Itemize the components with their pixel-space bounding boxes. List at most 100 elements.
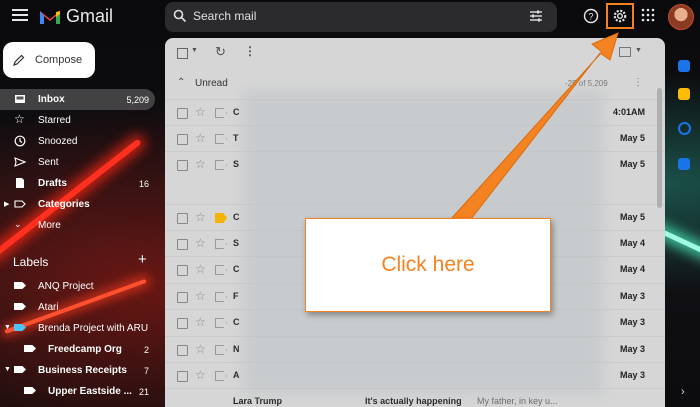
important-icon[interactable] — [215, 292, 227, 302]
sidebar-item-snoozed[interactable]: Snoozed — [0, 131, 155, 152]
row-checkbox[interactable] — [177, 265, 188, 276]
star-icon[interactable]: ☆ — [195, 262, 206, 276]
row-checkbox[interactable] — [177, 345, 188, 356]
star-icon[interactable]: ☆ — [195, 210, 206, 224]
instruction-callout: Click here — [305, 218, 551, 312]
compose-button[interactable]: Compose — [3, 42, 95, 78]
tasks-icon[interactable] — [678, 122, 691, 135]
important-icon[interactable] — [215, 134, 227, 144]
help-icon[interactable]: ? — [583, 8, 599, 24]
row-sender: N — [233, 344, 240, 354]
keep-icon[interactable] — [678, 88, 690, 100]
calendar-icon[interactable] — [678, 60, 690, 72]
star-icon[interactable]: ☆ — [195, 368, 206, 382]
row-date: May 4 — [619, 238, 645, 248]
account-avatar[interactable] — [668, 4, 694, 30]
split-pane-dropdown-icon[interactable]: ▼ — [635, 47, 642, 54]
callout-text: Click here — [381, 253, 475, 276]
sidebar-label-upper-eastside[interactable]: Upper Eastside ... 21 — [0, 381, 155, 402]
split-pane-icon[interactable] — [619, 47, 631, 57]
section-more-icon[interactable]: ⋮ — [633, 77, 643, 88]
sidebar-item-label: Freedcamp Org — [48, 344, 122, 355]
sidebar-label-business-receipts[interactable]: ▼ Business Receipts 7 — [0, 360, 155, 381]
row-sender: F — [233, 291, 239, 301]
sidebar-label-freedcamp[interactable]: Freedcamp Org 2 — [0, 339, 155, 360]
label-count: 7 — [143, 365, 149, 376]
star-icon[interactable]: ☆ — [195, 105, 206, 119]
expand-caret-icon[interactable]: ▼ — [4, 324, 11, 331]
row-date: May 4 — [619, 264, 645, 274]
app-name: Gmail — [66, 6, 114, 26]
chevron-right-icon[interactable]: › — [681, 386, 685, 398]
send-icon — [14, 157, 26, 167]
search-options-icon[interactable] — [529, 9, 543, 23]
sidebar-item-inbox[interactable]: Inbox 5,209 — [0, 89, 155, 110]
contacts-icon[interactable] — [678, 158, 690, 170]
star-icon[interactable]: ☆ — [195, 157, 206, 171]
collapse-caret-icon[interactable]: ⌃ — [177, 77, 185, 88]
sidebar-label-brenda-project[interactable]: ▼ Brenda Project with ARU — [0, 318, 155, 339]
expand-caret-icon[interactable]: ▶ — [4, 200, 9, 208]
important-icon[interactable] — [215, 345, 227, 355]
row-checkbox[interactable] — [177, 213, 188, 224]
row-checkbox[interactable] — [177, 108, 188, 119]
drafts-count: 16 — [138, 178, 149, 189]
star-icon[interactable]: ☆ — [195, 342, 206, 356]
search-icon[interactable] — [173, 9, 187, 23]
important-icon[interactable] — [215, 108, 227, 118]
row-sender: C — [233, 107, 240, 117]
sidebar-item-more[interactable]: ⌄ More — [0, 215, 155, 236]
important-icon[interactable] — [215, 371, 227, 381]
search-bar[interactable]: Search mail — [165, 2, 557, 32]
important-icon[interactable] — [215, 213, 227, 223]
refresh-icon[interactable]: ↻ — [215, 44, 226, 60]
select-dropdown-icon[interactable]: ▼ — [191, 47, 198, 54]
section-title: Unread — [195, 78, 228, 89]
star-icon[interactable]: ☆ — [195, 131, 206, 145]
row-sender: Lara Trump — [233, 396, 283, 406]
search-input[interactable]: Search mail — [193, 9, 256, 23]
row-sender: T — [233, 133, 239, 143]
compose-label: Compose — [35, 54, 83, 66]
important-icon[interactable] — [215, 318, 227, 328]
star-icon[interactable]: ☆ — [195, 315, 206, 329]
star-icon[interactable]: ☆ — [195, 236, 206, 250]
row-checkbox[interactable] — [177, 292, 188, 303]
sidebar-item-label: Sent — [38, 157, 59, 168]
inbox-count: 5,209 — [126, 94, 149, 105]
row-sender: A — [233, 370, 240, 380]
sidebar-item-starred[interactable]: ☆ Starred — [0, 110, 155, 131]
scrollbar[interactable] — [657, 88, 662, 208]
sidebar-item-label: Drafts — [38, 178, 67, 189]
row-date: May 3 — [619, 317, 645, 327]
expand-caret-icon[interactable]: ▼ — [4, 366, 11, 373]
gmail-logo[interactable]: Gmail — [38, 6, 113, 27]
settings-gear-icon[interactable] — [612, 8, 628, 24]
select-all-checkbox[interactable] — [177, 48, 188, 59]
row-checkbox[interactable] — [177, 239, 188, 250]
important-icon[interactable] — [215, 160, 227, 170]
gmail-m-icon — [40, 10, 60, 24]
sidebar-item-label: Upper Eastside ... — [48, 386, 132, 397]
add-label-icon[interactable]: + — [138, 251, 147, 268]
row-checkbox[interactable] — [177, 371, 188, 382]
list-toolbar: ▼ ↻ ⋮ ▼ — [165, 38, 665, 68]
sidebar-label-anq-project[interactable]: ANQ Project — [0, 276, 155, 297]
row-date: May 5 — [619, 133, 645, 143]
important-icon[interactable] — [215, 239, 227, 249]
row-checkbox[interactable] — [177, 318, 188, 329]
sidebar-label-atari[interactable]: Atari — [0, 297, 155, 318]
apps-grid-icon[interactable] — [641, 8, 655, 22]
row-subject: It's actually happening — [365, 396, 462, 406]
sidebar-item-sent[interactable]: Sent — [0, 152, 155, 173]
row-checkbox[interactable] — [177, 160, 188, 171]
row-checkbox[interactable] — [177, 134, 188, 145]
row-date: May 5 — [619, 159, 645, 169]
star-icon[interactable]: ☆ — [195, 289, 206, 303]
more-options-icon[interactable]: ⋮ — [244, 44, 256, 58]
chevron-down-icon: ⌄ — [14, 219, 22, 229]
sidebar-item-drafts[interactable]: Drafts 16 — [0, 173, 155, 194]
main-menu-button[interactable] — [12, 9, 28, 22]
important-icon[interactable] — [215, 265, 227, 275]
sidebar-item-categories[interactable]: ▶ Categories — [0, 194, 155, 215]
